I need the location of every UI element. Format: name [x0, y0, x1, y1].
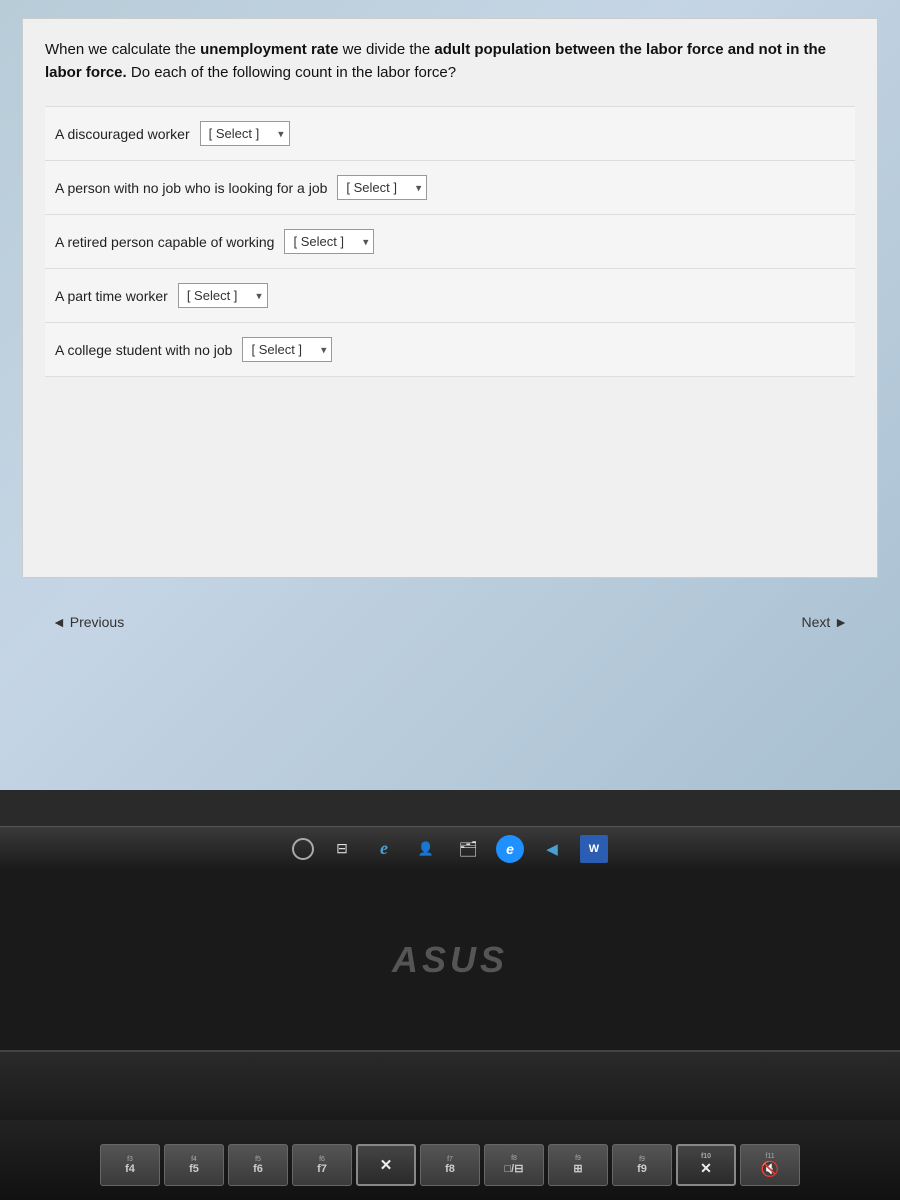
- question-row-looking: A person with no job who is looking for …: [45, 161, 855, 215]
- key-f6[interactable]: f6 f7: [292, 1144, 352, 1186]
- select-wrapper-college: [ Select ] Yes No ▾: [242, 337, 332, 362]
- question-text: When we calculate the unemployment rate …: [45, 39, 855, 84]
- key-f9b[interactable]: f9 f9: [612, 1144, 672, 1186]
- word-icon[interactable]: W: [580, 835, 608, 863]
- select-discouraged[interactable]: [ Select ] Yes No: [200, 121, 290, 146]
- asus-logo: ASUS: [392, 939, 508, 981]
- select-retired[interactable]: [ Select ] Yes No: [284, 229, 374, 254]
- label-retired: A retired person capable of working: [55, 234, 274, 250]
- start-button[interactable]: [292, 838, 314, 860]
- asus-area: ASUS: [0, 870, 900, 1050]
- select-wrapper-parttime: [ Select ] Yes No ▾: [178, 283, 268, 308]
- label-looking: A person with no job who is looking for …: [55, 180, 327, 196]
- key-f5[interactable]: f5 f6: [228, 1144, 288, 1186]
- select-wrapper-discouraged: [ Select ] Yes No ▾: [200, 121, 290, 146]
- label-discouraged: A discouraged worker: [55, 126, 190, 142]
- navigation-bar: ◄ Previous Next ►: [22, 596, 878, 648]
- screen: When we calculate the unemployment rate …: [0, 0, 900, 790]
- label-parttime: A part time worker: [55, 288, 168, 304]
- key-f4[interactable]: f4 f5: [164, 1144, 224, 1186]
- browser-icon[interactable]: e: [496, 835, 524, 863]
- key-f7[interactable]: f7 f8: [420, 1144, 480, 1186]
- previous-button[interactable]: ◄ Previous: [52, 614, 124, 630]
- select-wrapper-retired: [ Select ] Yes No ▾: [284, 229, 374, 254]
- key-x[interactable]: ✕: [356, 1144, 416, 1186]
- question-card: When we calculate the unemployment rate …: [22, 18, 878, 578]
- task-view-icon[interactable]: ⊟: [328, 835, 356, 863]
- media-icon[interactable]: ◀: [538, 835, 566, 863]
- question-row-retired: A retired person capable of working [ Se…: [45, 215, 855, 269]
- key-f8[interactable]: f8 □/⊟: [484, 1144, 544, 1186]
- select-looking[interactable]: [ Select ] Yes No: [337, 175, 427, 200]
- taskbar: ⊟ e 👤 🗂 e ◀ W: [0, 826, 900, 870]
- select-wrapper-looking: [ Select ] Yes No ▾: [337, 175, 427, 200]
- user-icon[interactable]: 👤: [412, 835, 440, 863]
- select-parttime[interactable]: [ Select ] Yes No: [178, 283, 268, 308]
- keyboard: f3 f4 f4 f5 f5 f6 f6 f7 ✕ f7 f8 f8 □/⊟ f…: [0, 1120, 900, 1200]
- next-button[interactable]: Next ►: [801, 614, 848, 630]
- key-f11[interactable]: f11 🔇: [740, 1144, 800, 1186]
- key-f3[interactable]: f3 f4: [100, 1144, 160, 1186]
- label-college: A college student with no job: [55, 342, 232, 358]
- question-row-discouraged: A discouraged worker [ Select ] Yes No ▾: [45, 106, 855, 161]
- key-f10[interactable]: f10 ✕: [676, 1144, 736, 1186]
- select-college[interactable]: [ Select ] Yes No: [242, 337, 332, 362]
- folder-icon[interactable]: 🗂: [454, 835, 482, 863]
- laptop-bezel: [0, 1050, 900, 1120]
- question-row-college: A college student with no job [ Select ]…: [45, 323, 855, 377]
- question-row-parttime: A part time worker [ Select ] Yes No ▾: [45, 269, 855, 323]
- key-f9a[interactable]: f9 ⊞: [548, 1144, 608, 1186]
- edge-icon[interactable]: e: [370, 835, 398, 863]
